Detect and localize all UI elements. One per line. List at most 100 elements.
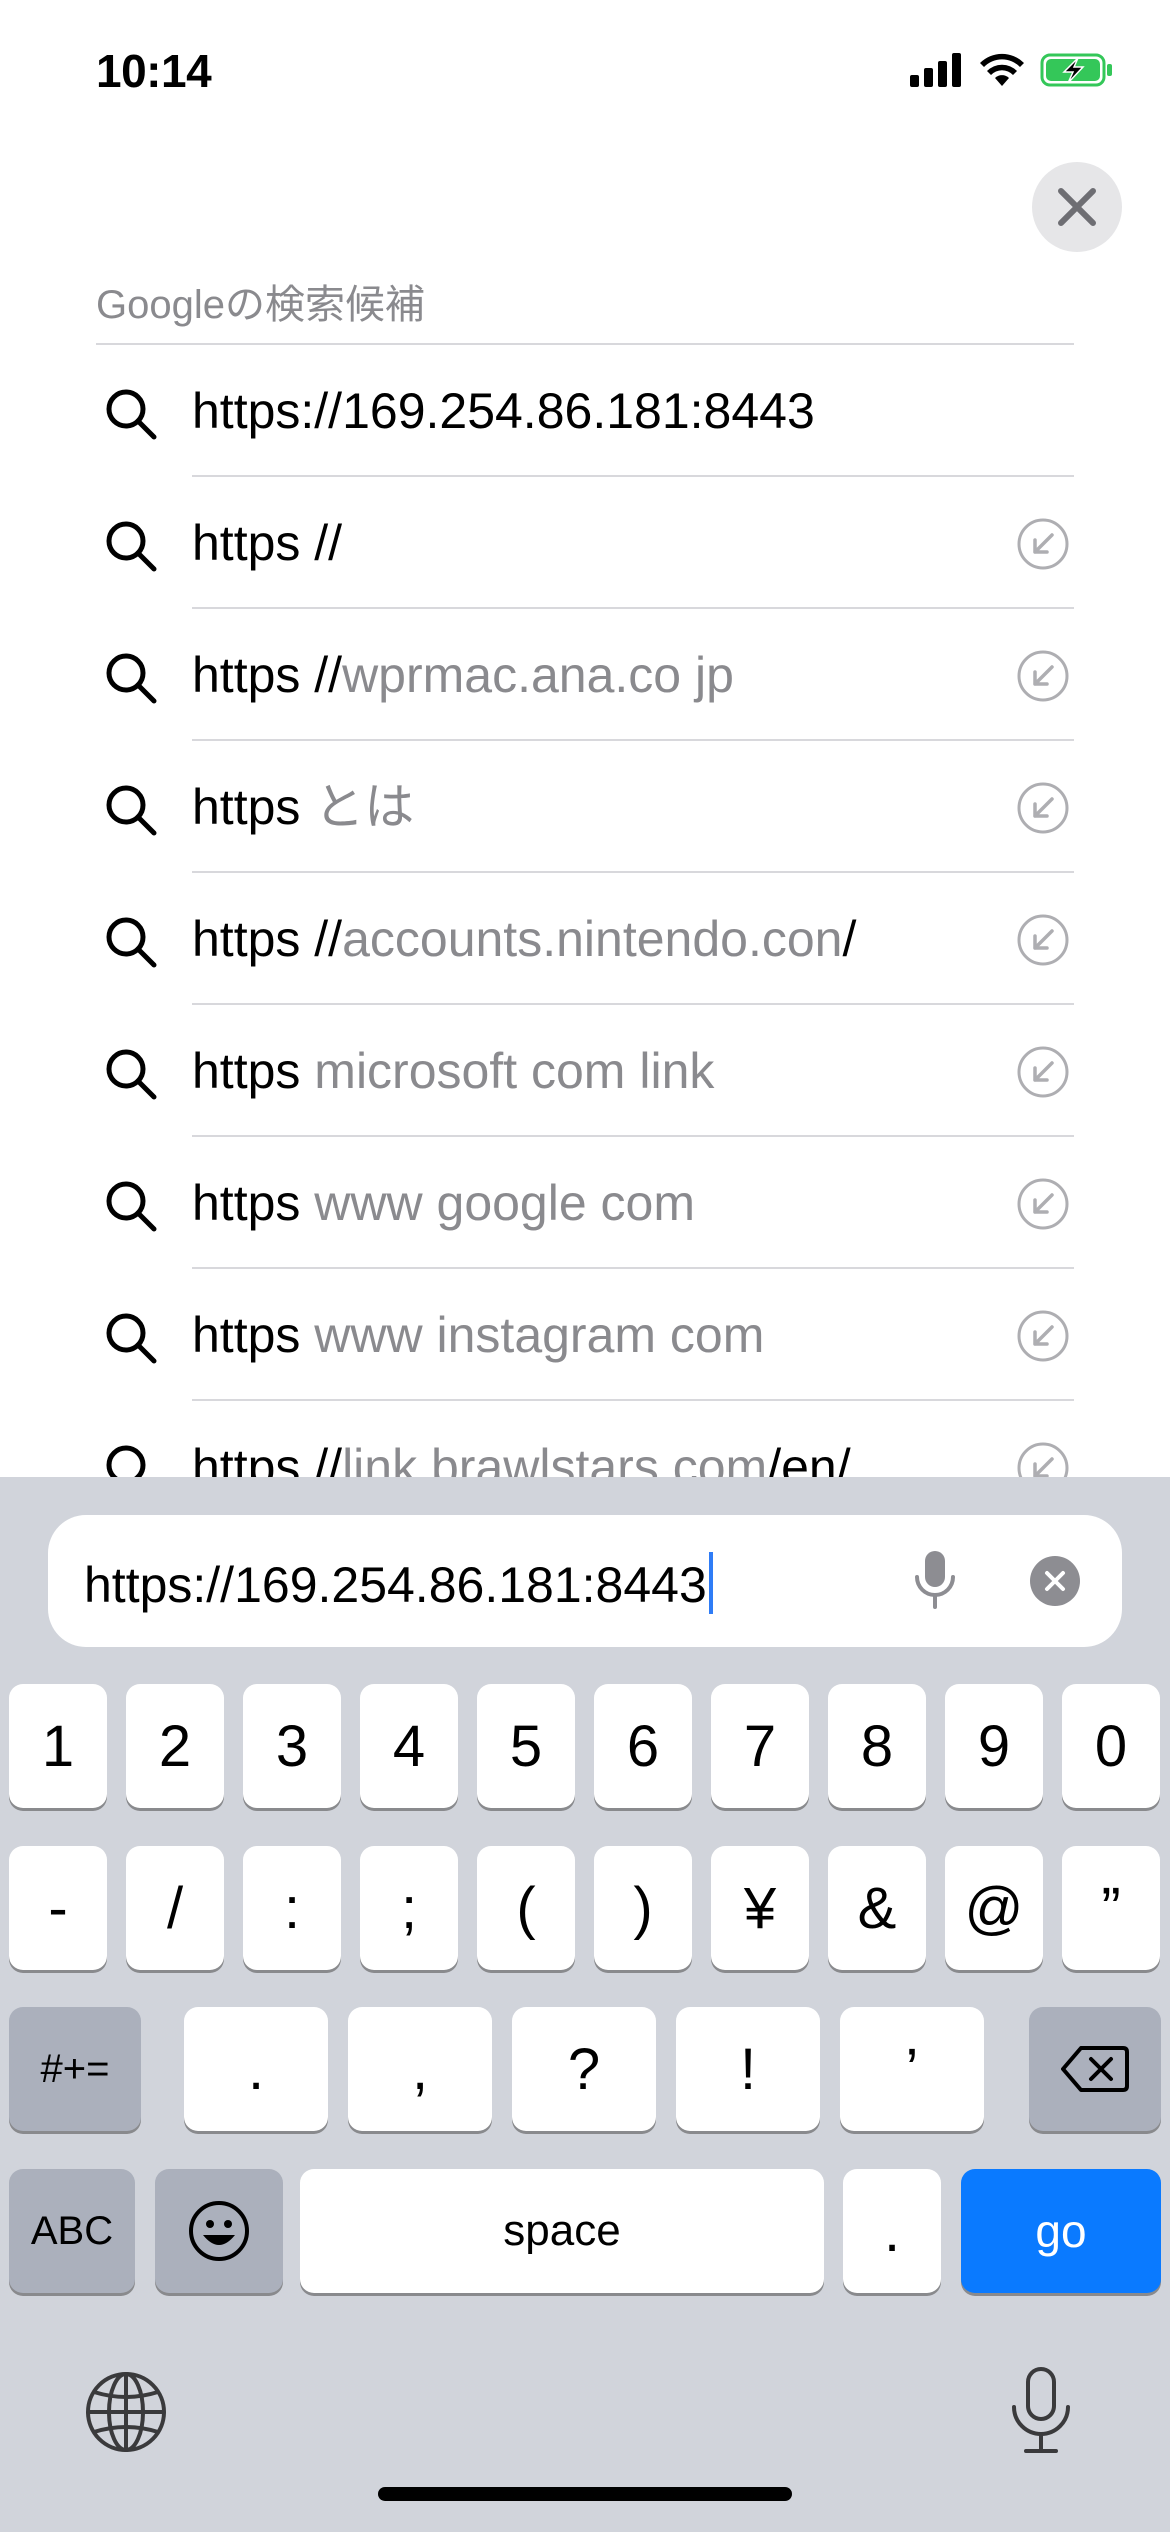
key[interactable]: 0 [1062, 1684, 1160, 1808]
suggestion-typed: https [192, 1043, 315, 1099]
close-button[interactable] [1032, 162, 1122, 252]
symbols-toggle-key[interactable]: #+= [9, 2007, 141, 2131]
key[interactable]: 5 [477, 1684, 575, 1808]
backspace-icon [1061, 2046, 1129, 2092]
url-input[interactable]: https://169.254.86.181:8443 [84, 1552, 713, 1615]
status-icons [910, 52, 1114, 88]
suggestion-text: https とは [192, 775, 414, 839]
suggestion-list: https://169.254.86.181:8443 https //https… [0, 345, 1170, 1477]
emoji-icon [189, 2201, 249, 2261]
globe-icon[interactable] [84, 2370, 168, 2454]
suggestion-text: https //accounts.nintendo.con/ [192, 907, 856, 971]
key[interactable]: ¥ [711, 1846, 809, 1970]
suggestion-row[interactable]: https www instagram com [0, 1269, 1170, 1401]
fill-arrow-icon[interactable] [1016, 517, 1070, 571]
key[interactable]: ) [594, 1846, 692, 1970]
key[interactable]: ? [512, 2007, 656, 2131]
section-title: Googleの検索候補 [96, 283, 425, 327]
fill-arrow-icon[interactable] [1016, 781, 1070, 835]
clear-button[interactable] [1030, 1556, 1080, 1606]
keyboard: https://169.254.86.181:8443 1234567890 -… [0, 1477, 1170, 2532]
suggestion-typed: https://169.254.86.181:8443 [192, 383, 815, 439]
emoji-key[interactable] [155, 2169, 283, 2293]
fill-arrow-icon[interactable] [1016, 1441, 1070, 1477]
fill-arrow-icon[interactable] [1016, 1309, 1070, 1363]
key[interactable]: & [828, 1846, 926, 1970]
fill-arrow-icon[interactable] [1016, 649, 1070, 703]
suggestion-row[interactable]: https とは [0, 741, 1170, 873]
key[interactable]: 2 [126, 1684, 224, 1808]
search-icon [104, 783, 158, 837]
fill-arrow-icon[interactable] [1016, 913, 1070, 967]
key[interactable]: ! [676, 2007, 820, 2131]
suggestion-text: https // [192, 511, 342, 575]
go-key[interactable]: go [961, 2169, 1161, 2293]
key[interactable]: ’ [840, 2007, 984, 2131]
search-icon [104, 387, 158, 441]
key[interactable]: 6 [594, 1684, 692, 1808]
key[interactable]: , [348, 2007, 492, 2131]
url-value: https://169.254.86.181:8443 [84, 1557, 707, 1613]
key[interactable]: . [184, 2007, 328, 2131]
suggestion-typed: https [192, 1175, 315, 1231]
suggestion-row[interactable]: https //wprmac.ana.co jp [0, 609, 1170, 741]
suggestion-typed: https // [192, 647, 343, 703]
suggestion-row[interactable]: https microsoft com link [0, 1005, 1170, 1137]
suggestion-typed: https [192, 1307, 315, 1363]
search-icon [104, 1179, 158, 1233]
key[interactable]: : [243, 1846, 341, 1970]
status-time: 10:14 [96, 45, 212, 97]
dictation-microphone-icon[interactable] [1006, 2365, 1076, 2457]
search-icon [104, 651, 158, 705]
suggestion-typed: https // [192, 1439, 343, 1477]
period-key[interactable]: . [843, 2169, 941, 2293]
suggestion-row[interactable]: https www google com [0, 1137, 1170, 1269]
backspace-key[interactable] [1029, 2007, 1161, 2131]
space-key[interactable]: space [300, 2169, 824, 2293]
suggestion-completion: accounts.nintendo.con [342, 911, 843, 967]
key[interactable]: 8 [828, 1684, 926, 1808]
key[interactable]: ( [477, 1846, 575, 1970]
fill-arrow-icon[interactable] [1016, 1177, 1070, 1231]
key[interactable]: 9 [945, 1684, 1043, 1808]
search-icon [104, 915, 158, 969]
search-icon [104, 1443, 158, 1477]
search-icon [104, 519, 158, 573]
suggestion-text: https www google com [192, 1171, 695, 1235]
key[interactable]: ” [1062, 1846, 1160, 1970]
key[interactable]: ; [360, 1846, 458, 1970]
abc-key[interactable]: ABC [9, 2169, 135, 2293]
key[interactable]: 7 [711, 1684, 809, 1808]
home-indicator [378, 2487, 792, 2501]
clear-icon [1045, 1571, 1065, 1591]
key[interactable]: @ [945, 1846, 1043, 1970]
url-field[interactable]: https://169.254.86.181:8443 [48, 1515, 1122, 1647]
suggestion-suffix: /en/ [767, 1439, 851, 1477]
wifi-icon [980, 53, 1024, 86]
suggestion-row[interactable]: https // [0, 477, 1170, 609]
suggestion-completion: wprmac.ana.co jp [342, 647, 734, 703]
suggestion-suffix: / [842, 911, 857, 967]
key[interactable]: / [126, 1846, 224, 1970]
text-caret [708, 1552, 713, 1614]
status-bar: 10:14 [0, 0, 1170, 150]
microphone-icon[interactable] [900, 1545, 970, 1615]
cellular-signal-icon [910, 53, 961, 87]
fill-arrow-icon[interactable] [1016, 1045, 1070, 1099]
suggestion-typed: https [192, 779, 315, 835]
suggestion-row[interactable]: https://169.254.86.181:8443 [0, 345, 1170, 477]
suggestion-typed: https // [192, 911, 343, 967]
search-icon [104, 1047, 158, 1101]
suggestion-text: https://169.254.86.181:8443 [192, 379, 815, 443]
key[interactable]: 1 [9, 1684, 107, 1808]
suggestion-completion: link.brawlstars.com [342, 1439, 768, 1477]
suggestion-row[interactable]: https //accounts.nintendo.con/ [0, 873, 1170, 1005]
key[interactable]: 3 [243, 1684, 341, 1808]
battery-charging-icon [1040, 53, 1112, 87]
key[interactable]: - [9, 1846, 107, 1970]
key[interactable]: 4 [360, 1684, 458, 1808]
suggestion-text: https www instagram com [192, 1303, 764, 1367]
suggestion-completion: www google com [314, 1175, 696, 1231]
suggestion-row[interactable]: https //link.brawlstars.com/en/ [0, 1401, 1170, 1477]
suggestion-completion: www instagram com [314, 1307, 765, 1363]
